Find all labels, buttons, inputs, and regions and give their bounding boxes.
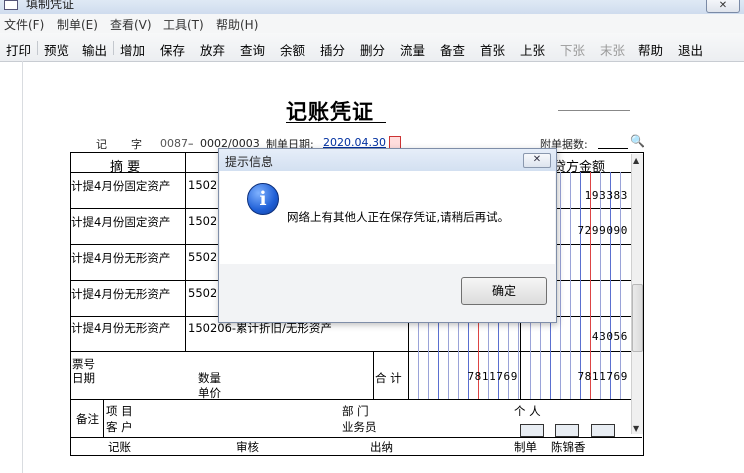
title-underline <box>286 122 386 123</box>
digit-column-line <box>600 172 601 399</box>
book-icon[interactable] <box>555 424 579 437</box>
grid-col-line <box>185 152 186 351</box>
title-bar: 填制凭证 <box>0 0 744 14</box>
info-icon: i <box>247 183 279 215</box>
query-button[interactable]: 查询 <box>240 40 265 59</box>
row-summary[interactable]: 计提4月份无形资产 <box>71 286 184 302</box>
add-button[interactable]: 增加 <box>120 40 145 59</box>
grid-col-line <box>103 399 104 437</box>
row-account[interactable]: 15020 <box>188 178 216 192</box>
menu-make[interactable]: 制单(E) <box>57 16 98 33</box>
sign-cashier: 出纳 <box>370 440 393 454</box>
next-button[interactable]: 下张 <box>560 40 585 59</box>
row-account[interactable]: 55020 <box>188 250 216 264</box>
save-button[interactable]: 保存 <box>160 40 185 59</box>
first-button[interactable]: 首张 <box>480 40 505 59</box>
exit-button[interactable]: 退出 <box>678 40 703 59</box>
quantity-label: 数量 <box>198 371 221 385</box>
grid-line <box>70 399 642 400</box>
price-label: 单价 <box>198 386 221 400</box>
row-summary[interactable]: 计提4月份固定资产 <box>71 214 184 230</box>
grid-col-line <box>373 351 374 399</box>
menu-bar: 文件(F) 制单(E) 查看(V) 工具(T) 帮助(H) <box>0 14 744 33</box>
customer-label[interactable]: 客 户 <box>106 419 133 435</box>
toolbar-separator <box>37 41 38 55</box>
col-summary-header: 摘 要 <box>110 160 141 175</box>
sign-maker: 制单 <box>514 440 537 454</box>
digit-column-line <box>570 172 571 399</box>
scroll-thumb[interactable] <box>632 284 643 352</box>
maker-name: 陈锦香 <box>551 440 586 454</box>
print-button[interactable]: 打印 <box>6 40 31 59</box>
menu-file[interactable]: 文件(F) <box>4 16 44 33</box>
digit-column-line <box>580 172 581 399</box>
person-label[interactable]: 个 人 <box>514 403 541 419</box>
header-line <box>558 110 630 111</box>
dialog-message: 网络上有其他人正在保存凭证,请稍后再试。 <box>287 210 510 224</box>
total-label: 合 计 <box>375 371 402 385</box>
message-dialog: 提示信息 ✕ i 网络上有其他人正在保存凭证,请稍后再试。 确定 <box>218 148 557 323</box>
toolbar: 打印 预览 输出 增加 保存 放弃 查询 余额 插分 删分 流量 备查 首张 上… <box>0 33 744 62</box>
clerk-label[interactable]: 业务员 <box>342 419 377 435</box>
export-button[interactable]: 输出 <box>82 40 107 59</box>
discard-button[interactable]: 放弃 <box>200 40 225 59</box>
frame-edge <box>22 61 23 473</box>
menu-help[interactable]: 帮助(H) <box>216 16 258 33</box>
row-credit-amount[interactable]: 7299090 <box>560 224 628 237</box>
row-summary[interactable]: 计提4月份无形资产 <box>71 320 184 336</box>
total-credit: 7811769 <box>577 370 628 383</box>
attach-field-line <box>598 148 628 149</box>
grid-line <box>70 437 642 438</box>
scroll-down-icon[interactable]: ▼ <box>633 424 639 433</box>
app-icon <box>4 0 18 10</box>
digit-column-line <box>620 172 621 399</box>
dialog-title: 提示信息 <box>225 155 274 169</box>
row-account[interactable]: 15020 <box>188 214 216 228</box>
note-label: 备注 <box>76 412 99 426</box>
memo-button[interactable]: 备查 <box>440 40 465 59</box>
dialog-close-button[interactable]: ✕ <box>523 153 551 168</box>
window-title: 填制凭证 <box>26 0 75 11</box>
edit-icon[interactable] <box>591 424 615 437</box>
sign-bookkeep: 记账 <box>108 440 131 454</box>
prev-button[interactable]: 上张 <box>520 40 545 59</box>
digit-column-line <box>590 172 591 399</box>
search-icon[interactable]: 🔍 <box>630 134 645 148</box>
digit-column-line <box>610 172 611 399</box>
voucher-word[interactable]: 记 <box>96 136 107 152</box>
row-account[interactable]: 55020 <box>188 286 216 300</box>
card-icon[interactable] <box>520 424 544 437</box>
digit-column-line <box>560 172 561 399</box>
total-debit: 7811769 <box>467 370 518 383</box>
dialog-title-bar: 提示信息 ✕ <box>219 149 556 171</box>
sign-audit: 审核 <box>236 440 259 454</box>
delete-entry-button[interactable]: 删分 <box>360 40 385 59</box>
ok-button[interactable]: 确定 <box>461 277 547 305</box>
menu-view[interactable]: 查看(V) <box>110 16 152 33</box>
row-summary[interactable]: 计提4月份固定资产 <box>71 178 184 194</box>
row-summary[interactable]: 计提4月份无形资产 <box>71 250 184 266</box>
cashflow-button[interactable]: 流量 <box>400 40 425 59</box>
balance-button[interactable]: 余额 <box>280 40 305 59</box>
grid-line <box>70 351 642 352</box>
menu-tools[interactable]: 工具(T) <box>163 16 204 33</box>
window-close-button[interactable]: ✕ <box>706 0 740 13</box>
last-button[interactable]: 末张 <box>600 40 625 59</box>
help-button[interactable]: 帮助 <box>638 40 663 59</box>
date-row-label: 日期 <box>72 371 95 385</box>
project-label[interactable]: 项 目 <box>106 403 133 419</box>
voucher-zi-label: 字 <box>131 138 142 151</box>
voucher-number[interactable]: 0087 <box>160 137 188 150</box>
row-credit-amount[interactable]: 43056 <box>560 330 628 343</box>
toolbar-separator <box>113 41 114 55</box>
row-credit-amount[interactable]: 193383 <box>560 189 628 202</box>
insert-entry-button[interactable]: 插分 <box>320 40 345 59</box>
preview-button[interactable]: 预览 <box>44 40 69 59</box>
scroll-up-icon[interactable]: ▲ <box>633 156 639 165</box>
voucher-dash: – <box>188 137 194 150</box>
col-credit-header: 贷方金额 <box>553 160 606 175</box>
department-label[interactable]: 部 门 <box>342 403 369 419</box>
